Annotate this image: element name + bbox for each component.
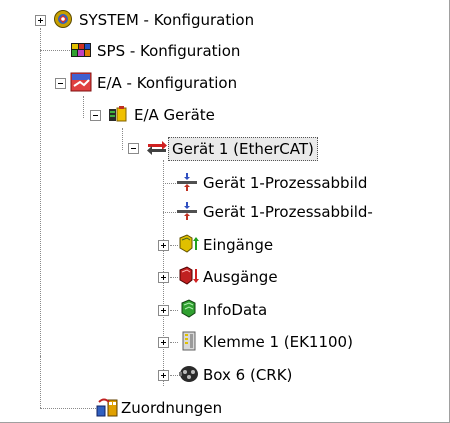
process-image-icon: [177, 202, 197, 220]
tree-line: [170, 375, 178, 376]
tree-node-eingaenge[interactable]: Eingänge: [200, 234, 276, 256]
ethercat-device-icon: [147, 141, 167, 155]
expand-klemme1-button[interactable]: [158, 337, 169, 348]
mappings-icon: [96, 398, 118, 417]
tree-node-system[interactable]: SYSTEM - Konfiguration: [76, 9, 257, 31]
tree-line: [122, 128, 123, 150]
tree-line: [40, 356, 41, 408]
tree-line: [170, 310, 178, 311]
infodata-icon: [181, 299, 196, 318]
process-image-icon: [177, 173, 197, 191]
box-module-icon: [179, 366, 198, 382]
tree-line: [40, 28, 41, 358]
tree-line: [40, 408, 96, 409]
tree-node-prozessabbild-2[interactable]: Gerät 1-Prozessabbild-: [200, 201, 376, 223]
tree-line: [163, 183, 176, 184]
system-config-icon: [54, 10, 72, 28]
tree-line: [170, 245, 178, 246]
tree-node-ea[interactable]: E/A - Konfiguration: [94, 72, 240, 94]
ea-config-icon: [70, 72, 92, 92]
tree-line: [163, 212, 176, 213]
tree-line: [170, 342, 178, 343]
inputs-icon: [179, 234, 199, 253]
tree-node-ea-geraete[interactable]: E/A Geräte: [131, 104, 218, 126]
expand-ausgaenge-button[interactable]: [158, 272, 169, 283]
sps-config-icon: [71, 43, 91, 57]
tree-node-prozessabbild-1[interactable]: Gerät 1-Prozessabbild: [200, 172, 370, 194]
expand-box6-button[interactable]: [158, 370, 169, 381]
tree-node-geraet1[interactable]: Gerät 1 (EtherCAT): [168, 137, 318, 161]
expand-eingaenge-button[interactable]: [158, 240, 169, 251]
tree-node-sps[interactable]: SPS - Konfiguration: [94, 40, 243, 62]
tree-node-klemme1[interactable]: Klemme 1 (EK1100): [200, 331, 356, 353]
tree-node-box6[interactable]: Box 6 (CRK): [200, 364, 295, 386]
tree-line: [83, 96, 84, 118]
tree-node-infodata[interactable]: InfoData: [200, 299, 270, 321]
tree-node-zuordnungen[interactable]: Zuordnungen: [118, 397, 225, 419]
io-tree-panel: SYSTEM - Konfiguration SPS - Konfigurati…: [0, 0, 450, 423]
tree-line: [170, 277, 178, 278]
ea-devices-icon: [109, 106, 127, 122]
collapse-ea-geraete-button[interactable]: [90, 110, 101, 121]
outputs-icon: [179, 266, 199, 285]
terminal-icon: [182, 331, 196, 351]
collapse-geraet1-button[interactable]: [128, 143, 139, 154]
tree-node-ausgaenge[interactable]: Ausgänge: [200, 266, 281, 288]
expand-infodata-button[interactable]: [158, 305, 169, 316]
expand-system-button[interactable]: [35, 15, 46, 26]
collapse-ea-button[interactable]: [55, 78, 66, 89]
tree-line: [40, 50, 70, 51]
